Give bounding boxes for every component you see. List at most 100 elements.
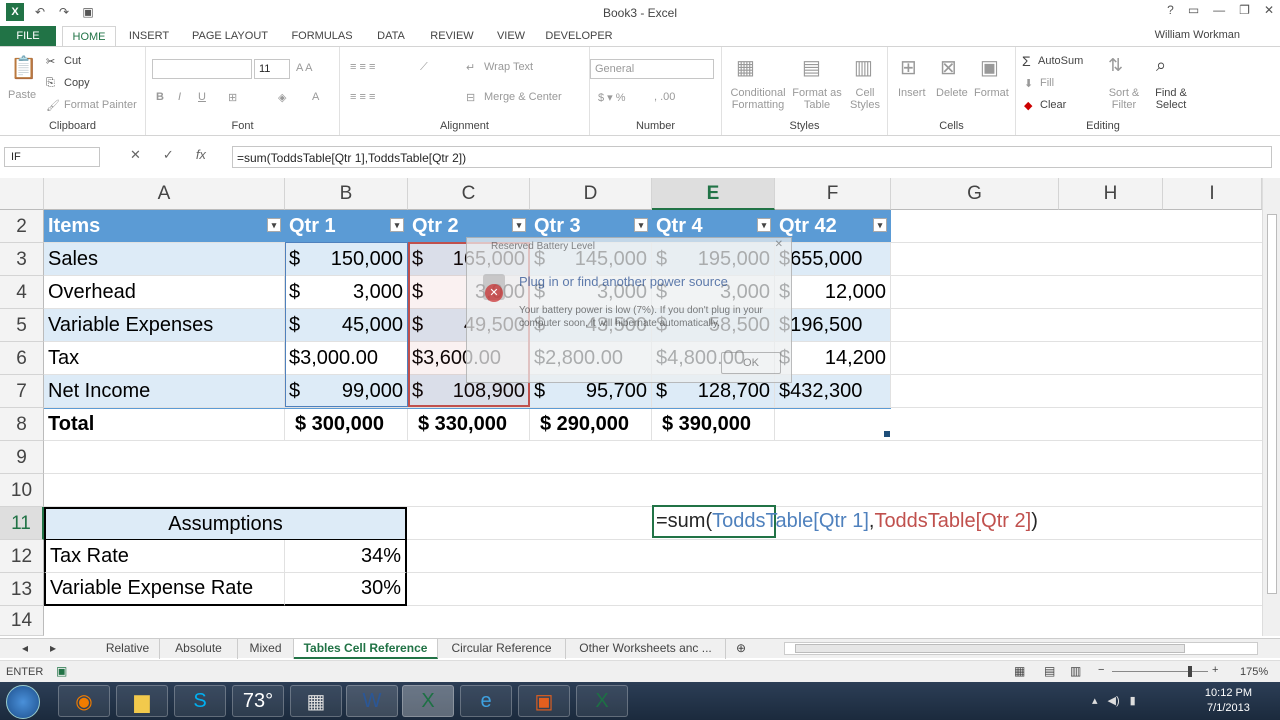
table-cell-f[interactable]: $14,200	[775, 342, 891, 375]
next-sheet-icon[interactable]: ▸	[38, 639, 68, 659]
table-resize-handle[interactable]	[884, 431, 890, 437]
column-header-h[interactable]: H	[1059, 178, 1163, 210]
row-header-11[interactable]: 11	[0, 507, 44, 540]
assumptions-title[interactable]: Assumptions	[44, 507, 407, 540]
column-header-d[interactable]: D	[530, 178, 652, 210]
cancel-icon[interactable]: ✕	[130, 147, 141, 163]
excel-icon[interactable]: X	[402, 685, 454, 717]
zoom-slider-thumb[interactable]	[1188, 666, 1192, 677]
tab-view[interactable]: VIEW	[486, 26, 536, 46]
ribbon-display-icon[interactable]: ▭	[1188, 3, 1199, 17]
table-header-qtr42[interactable]: Qtr 42 ▾	[775, 210, 891, 243]
row-header-5[interactable]: 5	[0, 309, 44, 342]
font-name-box[interactable]	[152, 59, 252, 79]
comma-style-icon[interactable]: , .00	[654, 91, 675, 103]
table-cell-f[interactable]: $655,000	[775, 243, 891, 276]
merge-center-button[interactable]: Merge & Center	[484, 91, 562, 103]
tax-rate-value[interactable]: 34%	[285, 540, 407, 573]
column-header-a[interactable]: A	[44, 178, 285, 210]
prev-sheet-icon[interactable]: ◂	[10, 639, 40, 659]
user-name[interactable]: William Workman	[1155, 29, 1240, 41]
tax-rate-label[interactable]: Tax Rate	[44, 540, 285, 573]
start-button-icon[interactable]	[6, 685, 40, 719]
total-qtr3[interactable]: $ 290,000	[530, 408, 652, 441]
copy-button[interactable]: Copy	[64, 77, 90, 89]
conditional-formatting-icon[interactable]: ▦	[736, 55, 755, 80]
zoom-level[interactable]: 175%	[1240, 666, 1268, 678]
delete-cells-button[interactable]: Delete	[936, 87, 968, 99]
insert-cells-button[interactable]: Insert	[898, 87, 926, 99]
select-all-corner[interactable]	[0, 178, 44, 210]
table-cell-f[interactable]: $432,300	[775, 375, 891, 408]
tab-review[interactable]: REVIEW	[422, 26, 482, 46]
skype-icon[interactable]: S	[174, 685, 226, 717]
sheet-tab-tables-cell-reference[interactable]: Tables Cell Reference	[294, 639, 438, 659]
merge-center-icon[interactable]: ⊟	[466, 91, 475, 104]
active-cell-editor[interactable]: =sum(ToddsTable[Qtr 1],ToddsTable[Qtr 2]…	[652, 505, 1038, 538]
tab-home[interactable]: HOME	[62, 26, 116, 46]
table-cell-item[interactable]: Net Income	[44, 375, 285, 408]
total-qtr2[interactable]: $ 330,000	[408, 408, 530, 441]
vertical-scroll-thumb[interactable]	[1267, 214, 1277, 594]
filter-dropdown-icon[interactable]: ▾	[634, 218, 648, 232]
volume-icon[interactable]: ◀)	[1108, 694, 1120, 707]
wrap-text-button[interactable]: Wrap Text	[484, 61, 533, 73]
name-box[interactable]: IF	[4, 147, 100, 167]
horizontal-scroll-thumb[interactable]	[795, 644, 1185, 653]
minimize-icon[interactable]: —	[1213, 3, 1225, 17]
orientation-icon[interactable]: ⟋	[420, 61, 428, 74]
fill-icon[interactable]: ⬇	[1024, 77, 1033, 90]
sort-filter-button[interactable]: Sort & Filter	[1104, 87, 1144, 111]
zoom-out-icon[interactable]: −	[1098, 664, 1104, 676]
clear-button[interactable]: Clear	[1040, 99, 1066, 111]
sheet-tab-other-worksheets[interactable]: Other Worksheets anc ...	[566, 639, 726, 659]
format-as-table-button[interactable]: Format as Table	[790, 87, 844, 111]
filter-dropdown-icon[interactable]: ▾	[267, 218, 281, 232]
column-header-i[interactable]: I	[1163, 178, 1262, 210]
fill-color-icon[interactable]: ◈	[278, 91, 286, 104]
format-cells-icon[interactable]: ▣	[980, 55, 999, 80]
delete-cells-icon[interactable]: ⊠	[940, 55, 957, 80]
excel-window-icon[interactable]: X	[576, 685, 628, 717]
format-painter-button[interactable]: Format Painter	[64, 99, 137, 111]
tab-file[interactable]: FILE	[0, 26, 56, 46]
format-table-icon[interactable]: ▤	[802, 55, 821, 80]
clear-icon[interactable]: ◆	[1024, 99, 1032, 112]
total-qtr4[interactable]: $ 390,000	[652, 408, 775, 441]
find-select-button[interactable]: Find & Select	[1152, 87, 1190, 111]
row-header-8[interactable]: 8	[0, 408, 44, 441]
ok-button[interactable]: OK	[721, 352, 781, 374]
network-icon[interactable]: ▮	[1130, 694, 1136, 707]
number-format-box[interactable]: General	[590, 59, 714, 79]
autosum-icon[interactable]: Σ	[1022, 53, 1031, 69]
page-break-view-icon[interactable]: ▥	[1070, 664, 1081, 678]
tab-formulas[interactable]: FORMULAS	[282, 26, 362, 46]
internet-explorer-icon[interactable]: e	[460, 685, 512, 717]
underline-icon[interactable]: U	[198, 91, 206, 103]
help-icon[interactable]: ?	[1167, 3, 1174, 17]
clock[interactable]: 10:12 PM 7/1/2013	[1205, 686, 1252, 716]
column-header-e[interactable]: E	[652, 178, 775, 210]
bold-icon[interactable]: B	[156, 91, 164, 103]
borders-icon[interactable]: ⊞	[228, 91, 237, 104]
close-icon[interactable]: ✕	[1264, 3, 1274, 17]
row-header-9[interactable]: 9	[0, 441, 44, 474]
table-cell-item[interactable]: Tax	[44, 342, 285, 375]
total-label[interactable]: Total	[44, 408, 285, 441]
cell-styles-icon[interactable]: ▥	[854, 55, 873, 80]
table-cell-f[interactable]: $196,500	[775, 309, 891, 342]
currency-icon[interactable]: $ ▾ %	[598, 91, 626, 104]
cut-icon[interactable]: ✂	[46, 55, 55, 68]
paste-button[interactable]: Paste	[8, 89, 36, 101]
enter-icon[interactable]: ✓	[163, 147, 174, 163]
align-top-icon[interactable]: ≡ ≡ ≡	[350, 61, 375, 73]
align-left-icon[interactable]: ≡ ≡ ≡	[350, 91, 375, 103]
copy-icon[interactable]: ⎘	[46, 77, 55, 90]
sort-filter-icon[interactable]: ⇅	[1108, 55, 1123, 76]
font-color-icon[interactable]: A	[312, 91, 319, 103]
binoculars-icon[interactable]: ⌕	[1156, 55, 1166, 76]
cell-styles-button[interactable]: Cell Styles	[846, 87, 884, 111]
tab-page-layout[interactable]: PAGE LAYOUT	[182, 26, 278, 46]
total-qtr1[interactable]: $ 300,000	[285, 408, 408, 441]
table-cell-item[interactable]: Sales	[44, 243, 285, 276]
